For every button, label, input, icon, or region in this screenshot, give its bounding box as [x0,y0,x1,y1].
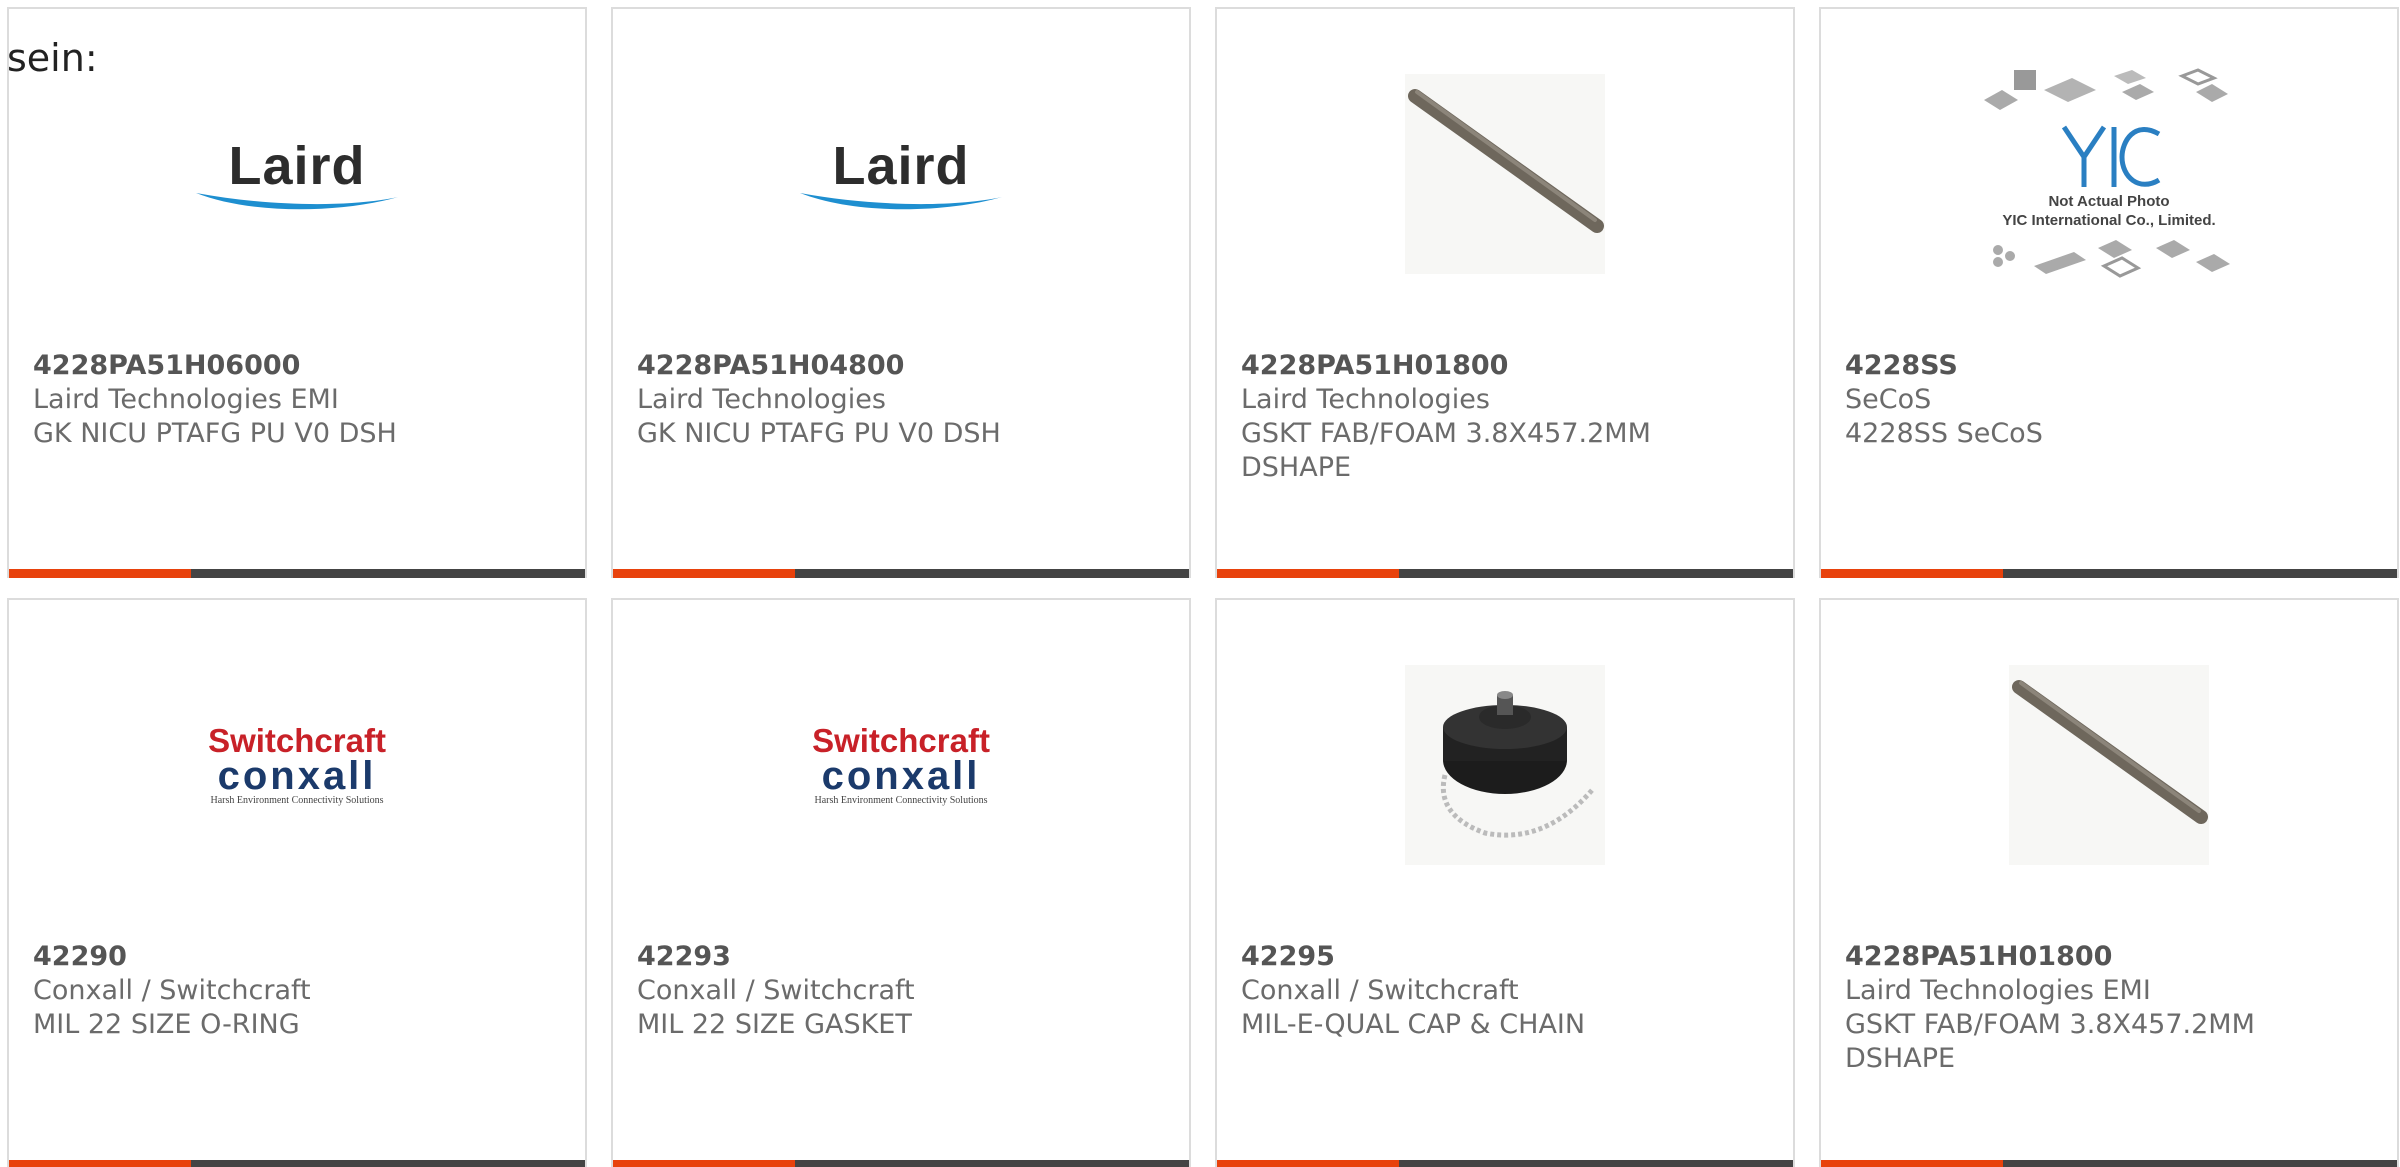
part-number[interactable]: 42295 [1241,940,1769,974]
laird-swoosh-icon [800,193,1002,210]
card-footer-accent [613,569,795,578]
manufacturer: Conxall / Switchcraft [33,975,311,1006]
description: MIL 22 SIZE GASKET [637,1009,912,1040]
manufacturer: Laird Technologies [1241,384,1490,415]
image-note-line: Not Actual Photo [2048,193,2170,210]
description: 4228SS SeCoS [1845,418,2043,449]
product-image[interactable] [1217,49,1793,299]
part-number[interactable]: 4228PA51H06000 [33,349,561,383]
product-card[interactable]: Switchcraft conxall Harsh Environment Co… [611,598,1191,1167]
logo-tagline: Harsh Environment Connectivity Solutions [814,794,988,806]
laird-swoosh-icon [196,193,398,210]
card-footer-bar [1217,1160,1793,1167]
switchcraft-conxall-logo: Switchcraft conxall Harsh Environment Co… [208,721,386,806]
logo-text: conxall [217,753,377,798]
page-heading: sein: [7,36,98,80]
product-image[interactable] [1821,640,2397,890]
part-number[interactable]: 4228PA51H01800 [1241,349,1769,383]
yic-placeholder-image: Not Actual Photo YIC International Co., … [1974,62,2244,286]
product-info: 4228PA51H01800 Laird Technologies EMI GS… [1845,940,2373,1076]
card-footer-bar [1821,569,2397,578]
switchcraft-conxall-logo: Switchcraft conxall Harsh Environment Co… [812,721,990,806]
description: MIL 22 SIZE O-RING [33,1009,300,1040]
description: GK NICU PTAFG PU V0 DSH [33,418,397,449]
part-number[interactable]: 42293 [637,940,1165,974]
image-note-line: YIC International Co., Limited. [2002,212,2216,229]
product-image[interactable]: Not Actual Photo YIC International Co., … [1821,49,2397,299]
chip-packages-icon [1993,240,2230,278]
card-footer-accent [613,1160,795,1167]
gasket-rod-photo [2009,665,2209,865]
manufacturer: Laird Technologies EMI [1845,975,2151,1006]
product-info: 4228PA51H04800 Laird Technologies GK NIC… [637,349,1165,451]
manufacturer: Laird Technologies [637,384,886,415]
product-card[interactable]: Laird 4228PA51H06000 Laird Technologies … [7,7,587,578]
card-footer-accent [1821,569,2003,578]
product-info: 4228SS SeCoS 4228SS SeCoS [1845,349,2373,451]
card-footer-accent [1821,1160,2003,1167]
gasket-rod-photo [1405,74,1605,274]
card-footer-bar [613,569,1189,578]
logo-text: conxall [821,753,981,798]
manufacturer: Conxall / Switchcraft [637,975,915,1006]
product-card[interactable]: Laird 4228PA51H04800 Laird Technologies … [611,7,1191,578]
laird-logo: Laird [791,135,1011,213]
part-number[interactable]: 42290 [33,940,561,974]
card-footer-accent [9,569,191,578]
product-info: 42290 Conxall / Switchcraft MIL 22 SIZE … [33,940,561,1042]
description: GSKT FAB/FOAM 3.8X457.2MM DSHAPE [1845,1009,2255,1074]
card-footer-bar [1821,1160,2397,1167]
part-number[interactable]: 4228PA51H04800 [637,349,1165,383]
card-footer-bar [9,569,585,578]
logo-tagline: Harsh Environment Connectivity Solutions [210,794,384,806]
logo-text: Switchcraft [208,721,386,759]
page: sein: Laird 4228PA51H06000 Laird Technol… [0,0,2400,1167]
card-footer-accent [1217,569,1399,578]
description: GK NICU PTAFG PU V0 DSH [637,418,1001,449]
chip-packages-icon [1984,68,2228,110]
product-info: 4228PA51H01800 Laird Technologies GSKT F… [1241,349,1769,485]
card-footer-accent [9,1160,191,1167]
description: GSKT FAB/FOAM 3.8X457.2MM DSHAPE [1241,418,1651,483]
product-image[interactable]: Laird [9,49,585,299]
card-footer-bar [9,1160,585,1167]
product-image[interactable] [1217,640,1793,890]
card-footer-accent [1217,1160,1399,1167]
product-info: 42295 Conxall / Switchcraft MIL-E-QUAL C… [1241,940,1769,1042]
product-image[interactable]: Laird [613,49,1189,299]
product-image[interactable]: Switchcraft conxall Harsh Environment Co… [9,640,585,890]
product-info: 42293 Conxall / Switchcraft MIL 22 SIZE … [637,940,1165,1042]
product-card[interactable]: 42295 Conxall / Switchcraft MIL-E-QUAL C… [1215,598,1795,1167]
product-image[interactable]: Switchcraft conxall Harsh Environment Co… [613,640,1189,890]
laird-logo: Laird [187,135,407,213]
manufacturer: Conxall / Switchcraft [1241,975,1519,1006]
product-card[interactable]: 4228PA51H01800 Laird Technologies GSKT F… [1215,7,1795,578]
card-footer-bar [1217,569,1793,578]
manufacturer: Laird Technologies EMI [33,384,339,415]
part-number[interactable]: 4228SS [1845,349,2373,383]
manufacturer: SeCoS [1845,384,1932,415]
description: MIL-E-QUAL CAP & CHAIN [1241,1009,1586,1040]
logo-text: Switchcraft [812,721,990,759]
image-note: Not Actual Photo YIC International Co., … [2002,192,2215,230]
yic-logo-icon [2061,125,2161,187]
product-card[interactable]: Not Actual Photo YIC International Co., … [1819,7,2399,578]
part-number[interactable]: 4228PA51H01800 [1845,940,2373,974]
product-info: 4228PA51H06000 Laird Technologies EMI GK… [33,349,561,451]
product-card[interactable]: Switchcraft conxall Harsh Environment Co… [7,598,587,1167]
card-footer-bar [613,1160,1189,1167]
cap-chain-photo [1405,665,1605,865]
product-card[interactable]: 4228PA51H01800 Laird Technologies EMI GS… [1819,598,2399,1167]
product-grid: Laird 4228PA51H06000 Laird Technologies … [7,7,2399,1167]
